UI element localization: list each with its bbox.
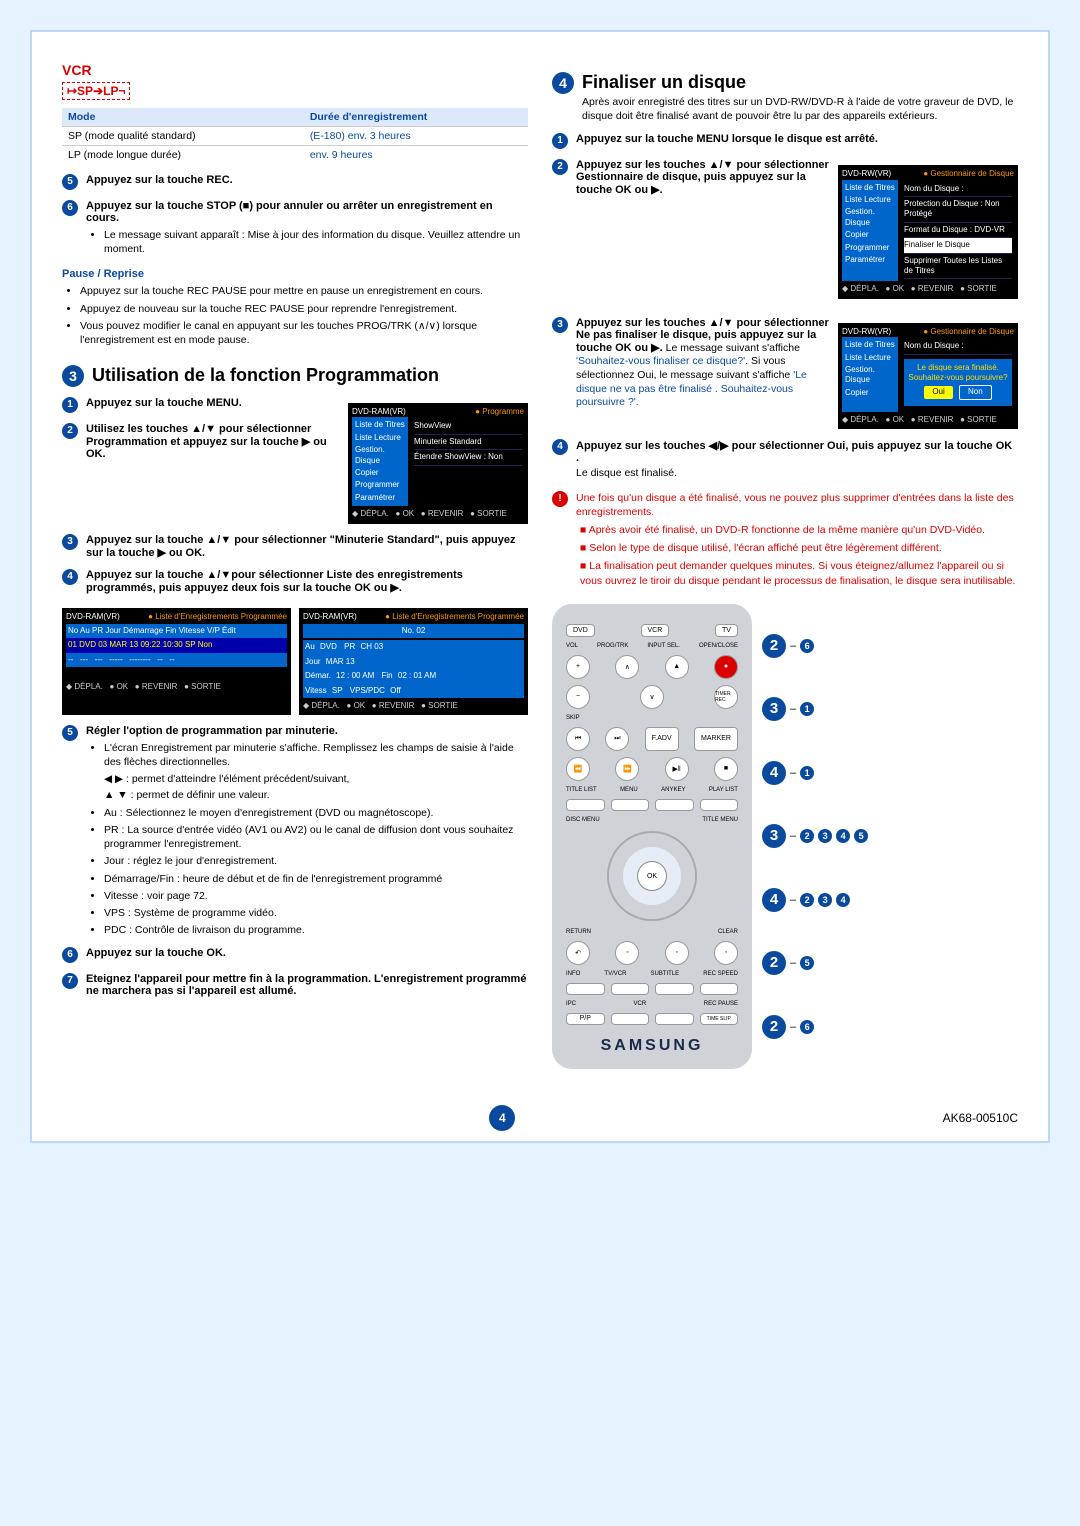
s3-5-b2: Au : Sélectionnez le moyen d'enregistrem… bbox=[104, 806, 528, 820]
s4-4-note: Le disque est finalisé. bbox=[576, 467, 1018, 481]
s3-7-badge: 7 bbox=[62, 973, 78, 989]
osd-rec-list: DVD-RAM(VR)● Liste d'Enregistrements Pro… bbox=[62, 608, 291, 716]
warn-badge: ! bbox=[552, 491, 568, 507]
osd-disc-mgr: DVD-RW(VR)● Gestionnaire de Disque Liste… bbox=[838, 165, 1018, 299]
s3-5-b1: L'écran Enregistrement par minuterie s'a… bbox=[104, 742, 514, 768]
th-mode: Mode bbox=[62, 108, 304, 127]
pause-b2: Appuyez de nouveau sur la touche REC PAU… bbox=[80, 302, 528, 316]
pause-b1: Appuyez sur la touche REC PAUSE pour met… bbox=[80, 284, 528, 298]
s3-5-b5: Démarrage/Fin : heure de début et de fin… bbox=[104, 872, 528, 886]
s3-3-text: Appuyez sur la touche ▲/▼ pour sélection… bbox=[86, 534, 516, 559]
section-4-heading: Finaliser un disque bbox=[582, 72, 1018, 93]
section-4-intro: Après avoir enregistré des titres sur un… bbox=[582, 96, 1018, 123]
s4-3-text-c: 'Souhaitez-vous finaliser ce disque?' bbox=[576, 355, 745, 367]
step-5-text: Appuyez sur la touche REC. bbox=[86, 174, 233, 186]
warn-b2: Selon le type de disque utilisé, l'écran… bbox=[580, 541, 1018, 555]
remote-control: DVDVCRTV VOLPROG/TRKINPUT SEL.OPEN/CLOSE… bbox=[552, 604, 752, 1069]
step-6-note: Le message suivant apparaît : Mise à jou… bbox=[104, 228, 528, 256]
s3-5-b1a: ◀ ▶ : permet d'atteindre l'élément précé… bbox=[104, 773, 528, 787]
td-sp-dur: (E-180) env. 3 heures bbox=[304, 127, 528, 146]
mode-table: ModeDurée d'enregistrement SP (mode qual… bbox=[62, 108, 528, 164]
s3-5-text: Régler l'option de programmation par min… bbox=[86, 725, 338, 737]
s3-1-badge: 1 bbox=[62, 397, 78, 413]
warn-text: Une fois qu'un disque a été finalisé, vo… bbox=[576, 491, 1018, 519]
pause-b3: Vous pouvez modifier le canal en appuyan… bbox=[80, 319, 528, 347]
pause-heading: Pause / Reprise bbox=[62, 268, 528, 280]
warn-b3: La finalisation peut demander quelques m… bbox=[580, 559, 1018, 587]
th-dur: Durée d'enregistrement bbox=[304, 108, 528, 127]
step-6-badge: 6 bbox=[62, 200, 78, 216]
s4-3-badge: 3 bbox=[552, 317, 568, 333]
osd-rec-edit: DVD-RAM(VR)● Liste d'Enregistrements Pro… bbox=[299, 608, 528, 716]
osd-finalize-dialog: DVD-RW(VR)● Gestionnaire de Disque Liste… bbox=[838, 323, 1018, 429]
s4-1-badge: 1 bbox=[552, 133, 568, 149]
page-number: 4 bbox=[489, 1105, 515, 1131]
s4-4-badge: 4 bbox=[552, 439, 568, 455]
s4-3-text-b: Le message suivant s'affiche bbox=[663, 342, 800, 354]
s4-2-badge: 2 bbox=[552, 159, 568, 175]
vcr-label: VCR bbox=[62, 62, 528, 78]
step-5-badge: 5 bbox=[62, 174, 78, 190]
s3-4-badge: 4 bbox=[62, 569, 78, 585]
s3-4-text: Appuyez sur la touche ▲/▼pour sélectionn… bbox=[86, 569, 463, 594]
section-3-badge: 3 bbox=[62, 365, 84, 387]
s4-4-text: Appuyez sur les touches ◀/▶ pour sélecti… bbox=[576, 440, 1012, 464]
s3-5-b4: Jour : réglez le jour d'enregistrement. bbox=[104, 854, 528, 868]
td-sp: SP (mode qualité standard) bbox=[62, 127, 304, 146]
step-6-text: Appuyez sur la touche STOP (■) pour annu… bbox=[86, 200, 493, 224]
s3-7-text: Eteignez l'appareil pour mettre fin à la… bbox=[86, 973, 526, 997]
s4-1-text: Appuyez sur la touche MENU lorsque le di… bbox=[576, 133, 878, 145]
section-3-heading: Utilisation de la fonction Programmation bbox=[92, 365, 439, 386]
s3-5-b8: PDC : Contrôle de livraison du programme… bbox=[104, 923, 528, 937]
s3-5-b1b: ▲ ▼ : permet de définir une valeur. bbox=[104, 789, 528, 803]
s3-1-text: Appuyez sur la touche MENU. bbox=[86, 397, 242, 409]
section-4-badge: 4 bbox=[552, 72, 574, 94]
s4-2-text: Appuyez sur les touches ▲/▼ pour sélecti… bbox=[576, 159, 829, 196]
s3-5-b3: PR : La source d'entrée vidéo (AV1 ou AV… bbox=[104, 823, 528, 851]
td-lp-dur: env. 9 heures bbox=[304, 146, 528, 165]
mode-indicator: ↦SP➔LP¬ bbox=[62, 82, 130, 100]
remote-callouts: 2 – 63 – 14 – 13 – 23454 – 2342 – 52 – 6 bbox=[762, 604, 1018, 1069]
td-lp: LP (mode longue durée) bbox=[62, 146, 304, 165]
osd-programme: DVD-RAM(VR)● Programme Liste de TitresLi… bbox=[348, 403, 528, 524]
samsung-logo: SAMSUNG bbox=[566, 1037, 738, 1055]
s3-5-badge: 5 bbox=[62, 725, 78, 741]
s3-5-b7: VPS : Système de programme vidéo. bbox=[104, 906, 528, 920]
doc-code: AK68-00510C bbox=[943, 1111, 1018, 1125]
s3-3-badge: 3 bbox=[62, 534, 78, 550]
s3-2-badge: 2 bbox=[62, 423, 78, 439]
s3-6-badge: 6 bbox=[62, 947, 78, 963]
s3-5-b6: Vitesse : voir page 72. bbox=[104, 889, 528, 903]
warn-b1: Après avoir été finalisé, un DVD-R fonct… bbox=[580, 523, 1018, 537]
s3-2-text: Utilisez les touches ▲/▼ pour sélectionn… bbox=[86, 423, 327, 460]
s3-6-text: Appuyez sur la touche OK. bbox=[86, 947, 226, 959]
